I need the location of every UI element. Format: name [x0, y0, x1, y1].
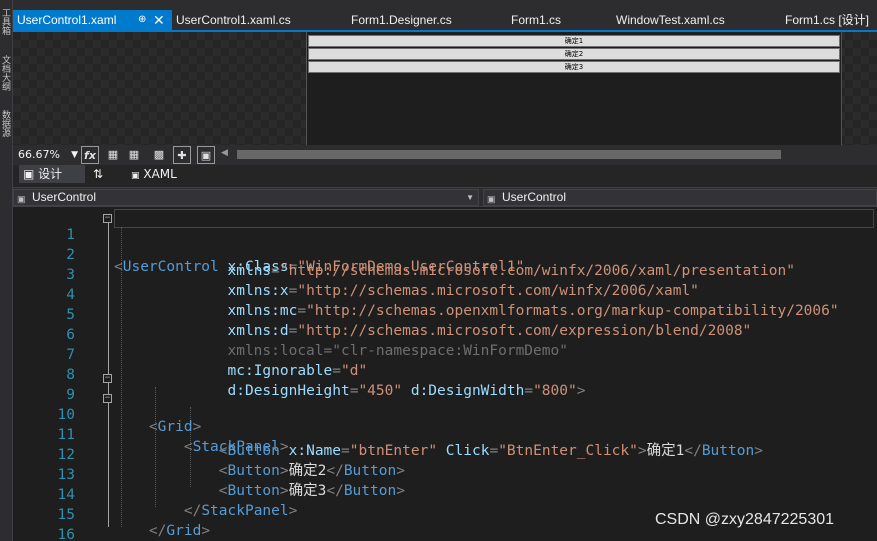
xaml-icon: ▣: [131, 171, 140, 181]
code-line: 5 xmlns:d="http://schemas.microsoft.com/…: [13, 289, 877, 339]
chevron-down-icon: ▼: [71, 150, 78, 160]
member-combo[interactable]: ▣ UserControl: [483, 189, 877, 206]
tab-usercontrol1-xaml[interactable]: UserControl1.xaml ⊕ ✕: [13, 10, 172, 30]
code-line: 2 xmlns="http://schemas.microsoft.com/wi…: [13, 229, 877, 279]
code-line: 6 xmlns:local="clr-namespace:WinFormDemo…: [13, 309, 877, 359]
tab-form1-cs[interactable]: Form1.cs: [511, 10, 561, 30]
code-line: 14 </StackPanel>: [13, 469, 877, 519]
code-line: 17: [13, 529, 877, 541]
design-icon: ▣: [23, 167, 35, 181]
xaml-code-editor[interactable]: 1 − <UserControl x:Class="WinFormDemo.Us…: [13, 207, 877, 541]
code-line: 7 mc:Ignorable="d": [13, 329, 877, 379]
code-line: 9 − <Grid>: [13, 369, 877, 436]
design-surface[interactable]: 确定1 确定2 确定3: [13, 32, 877, 145]
grid-icon[interactable]: ▦: [104, 146, 122, 164]
preview-button-1[interactable]: 确定1: [308, 35, 840, 47]
collapse-icon[interactable]: −: [103, 214, 112, 223]
horizontal-scrollbar[interactable]: [237, 150, 781, 159]
tab-xaml[interactable]: ▣ XAML: [131, 165, 191, 183]
type-combo[interactable]: ▣ UserControl ▼: [13, 189, 479, 206]
tab-design[interactable]: ▣ 设计: [19, 165, 85, 183]
zoom-combo[interactable]: 66.67% ▼: [18, 147, 78, 163]
pin-icon[interactable]: ⊕: [138, 10, 146, 30]
toolbox-tab[interactable]: 工具箱: [1, 8, 12, 48]
tab-form1-designer-cs[interactable]: Form1.Designer.cs: [351, 10, 452, 30]
collapse-icon[interactable]: −: [103, 374, 112, 383]
document-outline-tab[interactable]: 文档大纲: [1, 55, 12, 95]
code-line: 1 − <UserControl x:Class="WinFormDemo.Us…: [13, 209, 877, 276]
zoom-value: 66.67%: [18, 148, 60, 161]
member-combo-value: UserControl: [502, 190, 567, 204]
chevron-down-icon: ▼: [466, 193, 474, 202]
tab-usercontrol1-xaml-cs[interactable]: UserControl1.xaml.cs: [176, 10, 291, 30]
code-line: 15 </Grid>: [13, 489, 877, 539]
close-icon[interactable]: ✕: [153, 10, 165, 30]
tab-strip-top: [13, 0, 877, 10]
xaml-tab-label: XAML: [143, 167, 177, 181]
code-line: 10 − <StackPanel>: [13, 389, 877, 456]
navigation-bar: ▣ UserControl ▼ ▣ UserControl: [13, 187, 877, 207]
tab-form1-cs-design[interactable]: Form1.cs [设计]: [785, 10, 869, 30]
artboard-background-icon[interactable]: ▩: [150, 146, 168, 164]
code-line: 4 xmlns:mc="http://schemas.openxmlformat…: [13, 269, 877, 319]
snap-grid-icon[interactable]: ▦: [125, 146, 143, 164]
watermark: CSDN @zxy2847225301: [655, 511, 835, 528]
collapse-icon[interactable]: −: [103, 394, 112, 403]
code-line: 13 <Button>确定3</Button>: [13, 449, 877, 499]
data-sources-tab[interactable]: 数据源: [1, 110, 12, 150]
snap-lines-icon[interactable]: ✚: [173, 146, 191, 164]
scroll-left-icon[interactable]: ◀: [221, 148, 228, 158]
split-view-bar: ▣ 设计 ⇅ ▣ XAML: [13, 165, 877, 187]
preview-button-3[interactable]: 确定3: [308, 61, 840, 73]
code-line: 11 <Button x:Name="btnEnter" Click="BtnE…: [13, 409, 877, 459]
user-control-canvas[interactable]: 确定1 确定2 确定3: [306, 32, 842, 145]
element-icon: ▣: [17, 194, 26, 204]
project-code-icon[interactable]: ▣: [197, 146, 215, 164]
toolbox-strip: 工具箱 文档大纲 数据源: [0, 0, 13, 541]
code-line: 12 <Button>确定2</Button>: [13, 429, 877, 479]
tab-label: UserControl1.xaml: [17, 13, 117, 27]
designer-toolbar: 66.67% ▼ fx ▦ ▦ ▩ ✚ ▣ ◀: [13, 145, 877, 165]
tab-windowtest-xaml-cs[interactable]: WindowTest.xaml.cs: [616, 10, 725, 30]
fx-icon[interactable]: fx: [81, 146, 99, 164]
document-tab-bar: UserControl1.xaml ⊕ ✕ UserControl1.xaml.…: [13, 10, 877, 32]
preview-button-2[interactable]: 确定2: [308, 48, 840, 60]
code-line: 8 d:DesignHeight="450" d:DesignWidth="80…: [13, 349, 877, 399]
swap-icon[interactable]: ⇅: [93, 165, 111, 183]
design-tab-label: 设计: [38, 167, 63, 181]
code-line: 3 xmlns:x="http://schemas.microsoft.com/…: [13, 249, 877, 299]
type-combo-value: UserControl: [32, 190, 97, 204]
element-icon: ▣: [487, 194, 496, 204]
